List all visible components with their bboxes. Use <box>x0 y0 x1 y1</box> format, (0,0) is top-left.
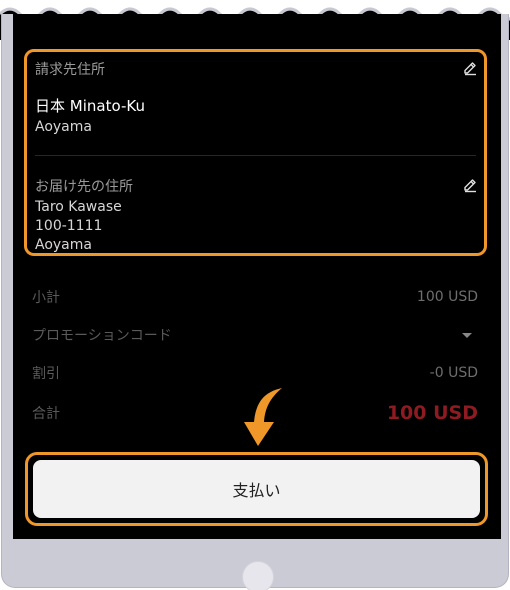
subtotal-row: 小計 100 USD <box>32 286 478 308</box>
billing-district: Aoyama <box>35 119 92 135</box>
billing-city: Minato-Ku <box>69 97 145 115</box>
billing-address-line: 日本 Minato-Ku <box>35 95 476 116</box>
home-button[interactable] <box>242 561 274 590</box>
curved-arrow-down-icon <box>244 388 282 446</box>
pay-button[interactable]: 支払い <box>33 460 480 518</box>
shipping-address-title: お届け先の住所 <box>35 179 133 195</box>
subtotal-label: 小計 <box>32 290 60 306</box>
billing-address-title: 請求先住所 <box>35 62 105 78</box>
caret-down-icon[interactable] <box>462 332 472 338</box>
discount-label: 割引 <box>32 366 60 382</box>
discount-row: 割引 -0 USD <box>32 362 478 384</box>
pencil-icon[interactable] <box>462 60 478 76</box>
total-label: 合計 <box>32 406 60 422</box>
shipping-address: お届け先の住所 Taro Kawase 100-1111 Aoyama <box>35 176 476 255</box>
billing-address: 請求先住所 日本 Minato-Ku Aoyama <box>35 59 476 137</box>
shipping-district: Aoyama <box>35 237 92 253</box>
shipping-postal-code: 100-1111 <box>35 218 103 234</box>
pay-button-highlight: 支払い <box>25 452 488 526</box>
promo-code-label: プロモーションコード <box>32 328 172 344</box>
subtotal-value: 100 USD <box>416 289 478 305</box>
shipping-name: Taro Kawase <box>35 199 122 215</box>
address-divider <box>35 155 476 156</box>
address-section: 請求先住所 日本 Minato-Ku Aoyama お届け先の住所 Taro K… <box>24 49 487 256</box>
discount-value: -0 USD <box>429 365 478 381</box>
billing-country: 日本 <box>35 97 66 115</box>
promo-code-row[interactable]: プロモーションコード <box>32 324 478 346</box>
total-value: 100 USD <box>386 402 478 424</box>
pencil-icon[interactable] <box>462 177 478 193</box>
